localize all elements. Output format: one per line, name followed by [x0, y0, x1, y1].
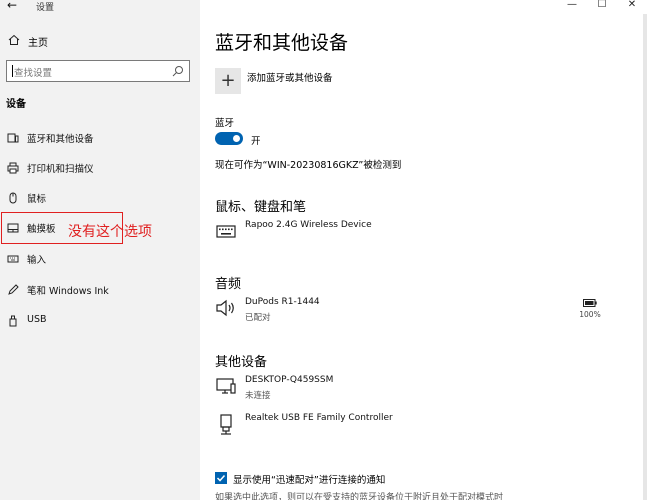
- swift-pair-hint: 如果选中此选项，则可以在受支持的蓝牙设备位于附近且处于配对模式时: [215, 493, 504, 500]
- usb-device-icon: [220, 414, 232, 435]
- sidebar-item-pen[interactable]: 笔和 Windows Ink: [0, 278, 200, 302]
- sidebar-item-label: 打印机和扫描仪: [27, 164, 94, 175]
- section-header-devices: 设备: [6, 99, 26, 110]
- device-status: 已配对: [245, 313, 271, 323]
- speaker-icon: [216, 299, 234, 317]
- section-title-audio: 音频: [215, 277, 242, 292]
- sidebar-item-label: USB: [27, 314, 47, 325]
- text-cursor: [12, 65, 13, 77]
- device-item-realtek[interactable]: Realtek USB FE Family Controller: [215, 413, 635, 441]
- monitor-icon: [216, 378, 236, 394]
- search-input[interactable]: 查找设置: [6, 60, 190, 82]
- device-item-desktop[interactable]: DESKTOP-Q459SSM 未连接: [215, 375, 635, 403]
- sidebar-item-mouse[interactable]: 鼠标: [0, 186, 200, 210]
- device-name: Realtek USB FE Family Controller: [245, 413, 393, 423]
- toggle-knob: [233, 135, 240, 142]
- close-button[interactable]: ✕: [617, 0, 647, 12]
- home-icon: [8, 34, 20, 45]
- sidebar-item-bluetooth[interactable]: 蓝牙和其他设备: [0, 126, 200, 150]
- printer-icon: [7, 162, 19, 174]
- sidebar-item-label: 鼠标: [27, 194, 47, 205]
- back-arrow-icon[interactable]: ←: [7, 0, 17, 12]
- search-placeholder: 查找设置: [14, 68, 53, 79]
- bluetooth-state: 开: [251, 136, 261, 147]
- annotation-text: 没有这个选项: [68, 224, 152, 240]
- keyboard-icon: [7, 255, 19, 263]
- swift-pair-label[interactable]: 显示使用“迅速配对”进行连接的通知: [233, 472, 385, 486]
- section-title-other-devices: 其他设备: [215, 355, 268, 370]
- battery-indicator: 100%: [575, 299, 605, 319]
- add-device-button[interactable]: +: [215, 68, 241, 94]
- plus-icon: +: [220, 70, 236, 91]
- add-device-label[interactable]: 添加蓝牙或其他设备: [247, 70, 333, 84]
- battery-percent: 100%: [579, 310, 601, 319]
- swift-pair-checkbox[interactable]: [215, 472, 227, 484]
- sidebar-item-usb[interactable]: USB: [0, 309, 200, 333]
- page-title: 蓝牙和其他设备: [215, 32, 349, 54]
- window-controls: — ☐ ✕: [557, 0, 647, 12]
- search-icon[interactable]: [172, 65, 184, 77]
- mouse-icon: [9, 192, 17, 204]
- minimize-button[interactable]: —: [557, 0, 587, 12]
- titlebar-left: ← 设置: [0, 0, 200, 14]
- sidebar-item-label: 蓝牙和其他设备: [27, 134, 94, 145]
- bluetooth-devices-icon: [7, 133, 19, 143]
- nav-home[interactable]: 主页: [0, 30, 200, 52]
- sidebar-item-label: 输入: [27, 255, 47, 266]
- sidebar-item-label: 笔和 Windows Ink: [27, 286, 109, 297]
- device-status: 未连接: [245, 391, 271, 401]
- home-label: 主页: [28, 38, 48, 49]
- section-title-mouse-keyboard: 鼠标、键盘和笔: [215, 200, 307, 215]
- keyboard-icon: [216, 225, 236, 238]
- device-name: DuPods R1-1444: [245, 297, 320, 307]
- device-name: DESKTOP-Q459SSM: [245, 375, 334, 385]
- device-item-rapoo[interactable]: Rapoo 2.4G Wireless Device: [215, 220, 635, 248]
- pen-icon: [8, 284, 19, 295]
- device-item-dupods[interactable]: DuPods R1-1444 已配对 100%: [215, 297, 635, 325]
- battery-icon: [583, 299, 597, 307]
- checkmark-icon: [216, 474, 226, 482]
- bluetooth-label: 蓝牙: [215, 118, 235, 129]
- scrollbar[interactable]: [643, 14, 647, 500]
- usb-icon: [9, 315, 17, 327]
- main-panel: — ☐ ✕ 蓝牙和其他设备 + 添加蓝牙或其他设备 蓝牙 开 现在可作为“WIN…: [200, 0, 647, 500]
- sidebar-item-input[interactable]: 输入: [0, 247, 200, 271]
- device-name: Rapoo 2.4G Wireless Device: [245, 220, 372, 230]
- bluetooth-toggle[interactable]: [215, 132, 243, 145]
- app-title: 设置: [36, 3, 55, 13]
- sidebar: ← 设置 主页 查找设置 设备 蓝牙和其他设备 打印机和扫描仪 鼠标 触摸板 输…: [0, 0, 200, 500]
- maximize-button[interactable]: ☐: [587, 0, 617, 12]
- sidebar-item-printers[interactable]: 打印机和扫描仪: [0, 156, 200, 180]
- discoverable-text: 现在可作为“WIN-20230816GKZ”被检测到: [215, 160, 402, 171]
